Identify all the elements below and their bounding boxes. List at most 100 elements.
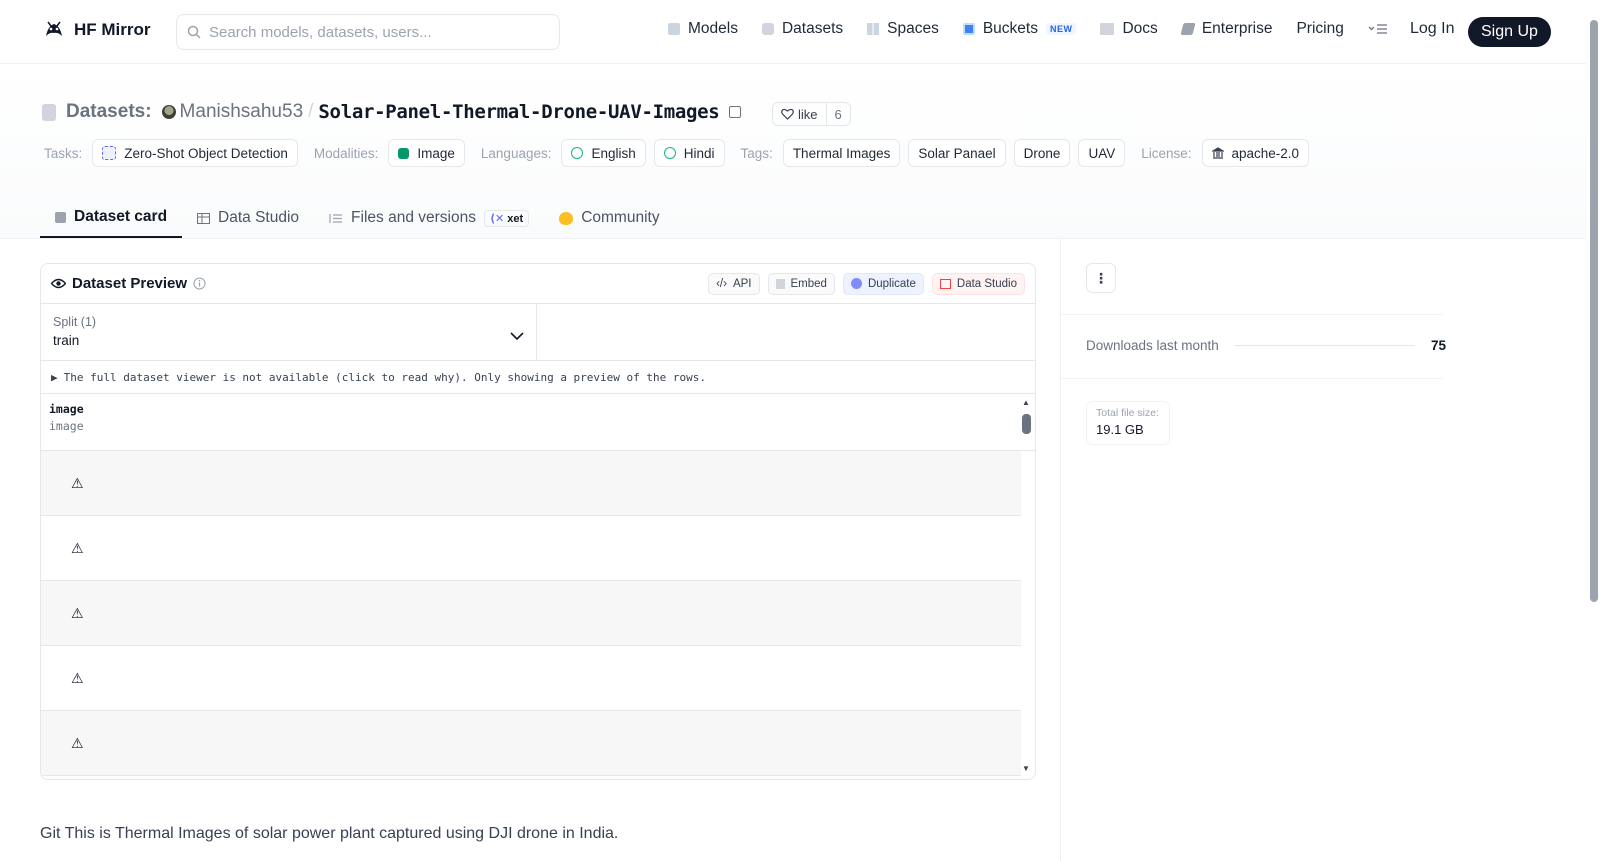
preview-rows: ⚠ ⚠ ⚠ ⚠ ⚠ bbox=[41, 451, 1035, 776]
duplicate-button-label: Duplicate bbox=[867, 277, 916, 290]
data-studio-button[interactable]: Data Studio bbox=[931, 272, 1025, 295]
cube-icon bbox=[668, 23, 680, 35]
page-scrollbar[interactable] bbox=[1588, 0, 1600, 861]
owner-link[interactable]: Manishsahu53 bbox=[180, 101, 304, 123]
api-button[interactable]: ‹/› API bbox=[708, 272, 760, 295]
bank-icon bbox=[1211, 147, 1224, 159]
triangle-right-icon: ▶ bbox=[51, 370, 58, 384]
readme-text: Git This is Thermal Images of solar powe… bbox=[40, 825, 619, 842]
tags-label: Tags: bbox=[740, 145, 773, 161]
xet-icon: ⟨✕ bbox=[489, 212, 505, 225]
eye-icon bbox=[51, 278, 66, 289]
xet-badge-label: xet bbox=[507, 212, 524, 225]
login-link[interactable]: Log In bbox=[1410, 20, 1454, 38]
like-count[interactable]: 6 bbox=[827, 107, 850, 122]
modality-tag[interactable]: Image bbox=[388, 139, 465, 167]
dataset-icon bbox=[42, 103, 56, 121]
nav-spaces[interactable]: Spaces bbox=[867, 20, 939, 38]
heart-icon bbox=[781, 108, 794, 120]
section-label[interactable]: Datasets: bbox=[66, 101, 152, 123]
book-icon bbox=[1100, 23, 1115, 35]
globe-icon bbox=[663, 147, 676, 159]
tab-data-studio[interactable]: Data Studio bbox=[182, 198, 314, 238]
info-icon[interactable] bbox=[193, 277, 206, 290]
search-input[interactable]: Search models, datasets, users... bbox=[176, 14, 560, 50]
nav-datasets[interactable]: Datasets bbox=[761, 20, 844, 38]
tab-dataset-card[interactable]: Dataset card bbox=[40, 198, 183, 238]
duplicate-button[interactable]: Duplicate bbox=[842, 272, 924, 295]
split-label: Split (1) bbox=[53, 315, 97, 329]
object-detection-icon bbox=[102, 146, 117, 160]
tab-label: Community bbox=[581, 209, 660, 226]
nav-models-label: Models bbox=[688, 20, 738, 37]
table-row[interactable]: ⚠ bbox=[41, 451, 1021, 516]
nav-pricing[interactable]: Pricing bbox=[1296, 20, 1343, 38]
path-separator: / bbox=[308, 101, 314, 122]
signup-button[interactable]: Sign Up bbox=[1468, 17, 1551, 47]
downloads-label: Downloads last month bbox=[1086, 338, 1219, 353]
page-scrollbar-thumb[interactable] bbox=[1590, 20, 1598, 602]
warning-icon: ⚠ bbox=[71, 539, 84, 556]
avatar bbox=[161, 105, 176, 119]
license-label: License: bbox=[1141, 145, 1192, 161]
data-studio-button-label: Data Studio bbox=[956, 277, 1017, 290]
tag-drone[interactable]: Drone bbox=[1013, 139, 1071, 167]
copy-icon[interactable] bbox=[729, 106, 742, 118]
nav-docs[interactable]: Docs bbox=[1100, 20, 1158, 38]
column-name: image bbox=[49, 402, 84, 416]
tab-community[interactable]: Community bbox=[544, 198, 674, 238]
embed-icon bbox=[775, 278, 785, 289]
table-row[interactable]: ⚠ bbox=[41, 581, 1021, 646]
tag-solar-panael[interactable]: Solar Panael bbox=[908, 139, 1006, 167]
table-row[interactable]: ⚠ bbox=[41, 516, 1021, 581]
nav-models[interactable]: Models bbox=[668, 20, 738, 38]
nav-datasets-label: Datasets bbox=[781, 20, 844, 37]
search-icon bbox=[187, 25, 201, 39]
community-icon bbox=[559, 211, 574, 225]
like-button[interactable]: like 6 bbox=[772, 102, 851, 126]
table-row[interactable]: ⚠ bbox=[41, 711, 1021, 776]
preview-scroll-down-icon[interactable]: ▼ bbox=[1022, 764, 1030, 773]
embed-button[interactable]: Embed bbox=[767, 272, 835, 295]
nav-buckets-label: Buckets bbox=[982, 20, 1038, 37]
task-tag[interactable]: Zero-Shot Object Detection bbox=[92, 139, 298, 167]
nav-pricing-label: Pricing bbox=[1296, 20, 1344, 37]
split-select[interactable]: Split (1) train bbox=[41, 304, 537, 360]
warning-icon: ⚠ bbox=[71, 669, 84, 686]
database-icon bbox=[761, 23, 774, 35]
tabs-divider bbox=[0, 238, 1586, 239]
license-tag[interactable]: apache-2.0 bbox=[1201, 139, 1310, 167]
preview-scroll-up-icon[interactable]: ▲ bbox=[1022, 398, 1030, 407]
xet-badge: ⟨✕ xet bbox=[483, 209, 530, 227]
preview-scrollbar-thumb[interactable] bbox=[1022, 414, 1031, 434]
table-row[interactable]: ⚠ bbox=[41, 646, 1021, 711]
language-tag-hindi[interactable]: Hindi bbox=[653, 139, 725, 167]
like-toggle[interactable]: like bbox=[773, 103, 827, 125]
tag-uav[interactable]: UAV bbox=[1078, 139, 1126, 167]
options-menu-button[interactable]: ⋮ bbox=[1086, 263, 1116, 293]
api-button-label: API bbox=[732, 277, 752, 290]
preview-header: Dataset Preview ‹/› API Embed Duplicate D… bbox=[41, 264, 1035, 304]
sidebar-separator bbox=[1061, 314, 1443, 315]
viewer-notice[interactable]: ▶ The full dataset viewer is not availab… bbox=[41, 361, 1035, 394]
column-type: image bbox=[49, 419, 84, 433]
tab-files-and-versions[interactable]: Files and versions ⟨✕ xet bbox=[314, 198, 544, 238]
downloads-sparkline bbox=[1234, 345, 1415, 346]
more-menu-button[interactable] bbox=[1368, 23, 1388, 35]
image-icon bbox=[398, 147, 410, 159]
repo-name[interactable]: Solar-Panel-Thermal-Drone-UAV-Images bbox=[318, 101, 719, 123]
brand[interactable]: HF Mirror bbox=[42, 18, 151, 42]
nav-enterprise[interactable]: Enterprise bbox=[1180, 20, 1272, 38]
new-badge: NEW bbox=[1045, 23, 1077, 35]
file-size-value: 19.1 GB bbox=[1096, 422, 1144, 437]
nav-buckets[interactable]: Buckets NEW bbox=[962, 20, 1077, 38]
dataset-preview: Dataset Preview ‹/› API Embed Duplicate D… bbox=[40, 263, 1036, 780]
tag-thermal-images[interactable]: Thermal Images bbox=[782, 139, 901, 167]
language-tag-english[interactable]: English bbox=[561, 139, 646, 167]
enterprise-icon bbox=[1180, 23, 1196, 35]
search-placeholder: Search models, datasets, users... bbox=[209, 23, 432, 41]
files-icon bbox=[329, 213, 343, 223]
tab-label: Data Studio bbox=[218, 209, 300, 226]
duplicate-icon bbox=[850, 278, 862, 289]
more-menu-icon bbox=[1368, 24, 1387, 34]
